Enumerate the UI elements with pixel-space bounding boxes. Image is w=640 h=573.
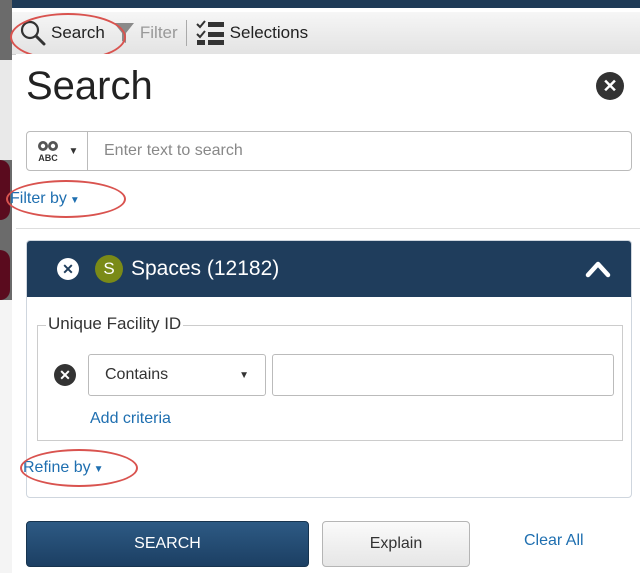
svg-text:ABC: ABC bbox=[38, 153, 58, 163]
chevron-down-icon: ▼ bbox=[68, 145, 79, 157]
search-input[interactable] bbox=[88, 131, 632, 171]
spaces-badge: S bbox=[95, 255, 123, 283]
search-icon bbox=[20, 20, 46, 46]
criteria-value-input[interactable] bbox=[272, 354, 614, 396]
toolbar-divider bbox=[185, 20, 187, 46]
search-row: ABC ▼ bbox=[26, 131, 632, 171]
chevron-down-icon: ▼ bbox=[93, 464, 104, 475]
toolbar-search-button[interactable]: Search bbox=[16, 12, 109, 54]
divider bbox=[16, 228, 640, 229]
add-criteria-link[interactable]: Add criteria bbox=[90, 410, 171, 428]
criteria-field-label: Unique Facility ID bbox=[46, 314, 184, 334]
chevron-down-icon: ▼ bbox=[239, 369, 249, 381]
explain-button[interactable]: Explain bbox=[322, 521, 470, 567]
background-strip bbox=[0, 0, 640, 8]
refine-by-link[interactable]: Refine by ▼ bbox=[23, 459, 104, 477]
binoculars-abc-icon: ABC bbox=[37, 141, 58, 163]
page-title: Search bbox=[26, 64, 153, 108]
spaces-title: Spaces (12182) bbox=[131, 257, 280, 280]
close-icon[interactable]: ✕ bbox=[596, 72, 624, 100]
search-button[interactable]: SEARCH bbox=[26, 521, 309, 567]
spaces-header: ✕ S Spaces (12182) bbox=[27, 241, 631, 297]
clear-all-link[interactable]: Clear All bbox=[524, 532, 584, 550]
refine-by-label: Refine by bbox=[23, 459, 91, 476]
operator-value: Contains bbox=[105, 366, 169, 383]
toolbar-selections-button[interactable]: Selections bbox=[191, 12, 312, 54]
search-type-dropdown[interactable]: ABC ▼ bbox=[26, 131, 88, 171]
toolbar-filter-button[interactable]: Filter bbox=[109, 12, 182, 54]
toolbar-filter-label: Filter bbox=[139, 23, 178, 42]
filter-by-label: Filter by bbox=[10, 190, 67, 207]
toolbar-selections-label: Selections bbox=[229, 23, 309, 42]
funnel-icon bbox=[113, 23, 134, 43]
remove-criteria-icon[interactable]: ✕ bbox=[54, 364, 76, 386]
checklist-icon bbox=[195, 20, 224, 45]
filter-by-link[interactable]: Filter by ▼ bbox=[10, 190, 80, 208]
spaces-section: ✕ S Spaces (12182) Unique Facility ID ✕ … bbox=[23, 240, 632, 498]
toolbar: Search Filter Selections bbox=[12, 12, 640, 55]
remove-section-icon[interactable]: ✕ bbox=[57, 258, 79, 280]
operator-select[interactable]: Contains ▼ bbox=[88, 354, 266, 396]
criteria-group: Unique Facility ID ✕ Contains ▼ Add crit… bbox=[37, 314, 623, 441]
chevron-down-icon: ▼ bbox=[69, 195, 80, 206]
search-panel: Search ✕ ABC ▼ Filter by▼ ✕ S Spaces (12… bbox=[10, 54, 640, 573]
background-page-edge bbox=[0, 0, 12, 573]
chevron-up-icon[interactable] bbox=[585, 256, 611, 282]
toolbar-search-label: Search bbox=[51, 23, 105, 42]
